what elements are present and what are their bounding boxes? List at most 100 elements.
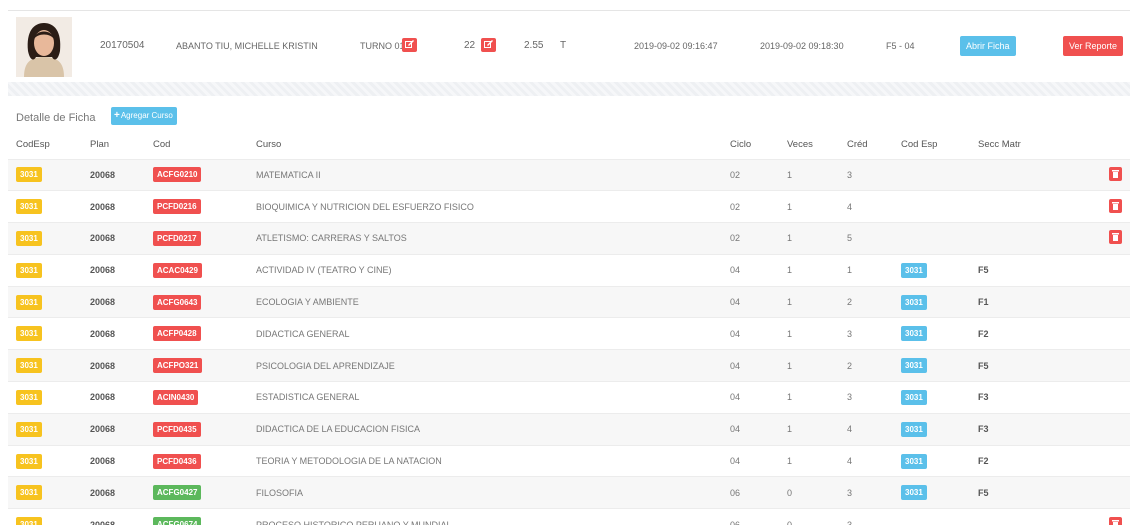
codesp-badge: 3031 xyxy=(16,199,42,215)
cell-curso: FILOSOFIA xyxy=(248,476,722,510)
trash-icon xyxy=(1112,519,1119,525)
cod-esp-badge: 3031 xyxy=(901,389,927,405)
cell-ciclo: 04 xyxy=(722,286,779,319)
cell-curso: PSICOLOGIA DEL APRENDIZAJE xyxy=(248,349,722,383)
cell-cod: ACFG0427 xyxy=(145,476,248,510)
delete-button[interactable] xyxy=(1109,198,1122,213)
cell-cred: 4 xyxy=(839,413,893,446)
cell-actions xyxy=(1075,445,1130,478)
student-header: 20170504 ABANTO TIU, MICHELLE KRISTIN TU… xyxy=(8,10,1130,82)
cell-cod: ACFG0643 xyxy=(145,286,248,319)
cell-actions xyxy=(1075,159,1130,192)
cell-secc: F5 xyxy=(970,349,1075,383)
cell-actions xyxy=(1075,349,1130,383)
table-row: 3031 20068 ACAC0429 ACTIVIDAD IV (TEATRO Y … xyxy=(8,254,1130,287)
cell-actions xyxy=(1075,508,1130,525)
table-row: 3031 20068 ACFPO321 PSICOLOGIA DEL APRENDIZ… xyxy=(8,349,1130,383)
cell-cod: ACIN0430 xyxy=(145,381,248,414)
cell-cred: 3 xyxy=(839,381,893,414)
col-actions xyxy=(1075,130,1130,160)
cell-codesp: 3031 xyxy=(8,286,82,319)
cell-secc xyxy=(970,159,1075,192)
header-divider xyxy=(8,82,1130,96)
cell-cred: 4 xyxy=(839,190,893,224)
student-name: ABANTO TIU, MICHELLE KRISTIN xyxy=(176,41,318,51)
codesp-badge: 3031 xyxy=(16,294,42,310)
trash-icon xyxy=(1112,233,1119,242)
cell-ciclo: 06 xyxy=(722,476,779,510)
cell-veces: 1 xyxy=(779,222,839,255)
cell-ciclo: 02 xyxy=(722,190,779,224)
edit-icon xyxy=(484,40,493,48)
cell-cod-esp xyxy=(893,508,970,525)
ver-reporte-button[interactable]: Ver Reporte xyxy=(1063,36,1124,56)
cell-cod: PCFD0436 xyxy=(145,445,248,478)
cell-ciclo: 04 xyxy=(722,349,779,383)
cell-actions xyxy=(1075,190,1130,224)
cell-actions xyxy=(1075,317,1130,351)
cell-veces: 1 xyxy=(779,317,839,351)
cell-actions xyxy=(1075,254,1130,287)
cell-actions xyxy=(1075,222,1130,255)
cod-esp-badge: 3031 xyxy=(901,358,927,374)
col-secc-matr: Secc Matr xyxy=(970,130,1075,160)
cell-cred: 2 xyxy=(839,286,893,319)
edit-count-button[interactable] xyxy=(481,38,496,52)
cell-secc: F2 xyxy=(970,317,1075,351)
table-row: 3031 20068 PCFD0436 TEORIA Y METODOLOGIA DE… xyxy=(8,445,1130,478)
cell-cod-esp: 3031 xyxy=(893,381,970,414)
cell-cred: 3 xyxy=(839,317,893,351)
add-course-button[interactable]: +Agregar Curso xyxy=(111,107,177,125)
delete-button[interactable] xyxy=(1109,230,1122,245)
delete-button[interactable] xyxy=(1109,166,1122,181)
cell-secc xyxy=(970,190,1075,224)
cod-badge: ACFG0427 xyxy=(153,485,202,501)
cod-esp-badge: 3031 xyxy=(901,453,927,469)
cell-plan: 20068 xyxy=(82,476,145,510)
cell-cred: 3 xyxy=(839,476,893,510)
cod-esp-badge: 3031 xyxy=(901,421,927,437)
codesp-badge: 3031 xyxy=(16,453,42,469)
cell-veces: 1 xyxy=(779,413,839,446)
cell-secc: F5 xyxy=(970,254,1075,287)
cell-plan: 20068 xyxy=(82,381,145,414)
edit-turno-button[interactable] xyxy=(402,38,417,52)
table-body: 3031 20068 ACFG0210 MATEMATICA II 02 1 3 3031 20… xyxy=(8,159,1130,525)
cod-esp-badge: 3031 xyxy=(901,326,927,342)
cell-cred: 3 xyxy=(839,508,893,525)
col-ciclo: Ciclo xyxy=(722,130,779,160)
cell-plan: 20068 xyxy=(82,222,145,255)
cell-curso: ACTIVIDAD IV (TEATRO Y CINE) xyxy=(248,254,722,287)
table-row: 3031 20068 ACIN0430 ESTADISTICA GENERAL 04 1 3… xyxy=(8,381,1130,414)
col-codesp: CodEsp xyxy=(8,130,82,160)
abrir-ficha-button[interactable]: Abrir Ficha xyxy=(960,36,1016,56)
cell-cod-esp: 3031 xyxy=(893,413,970,446)
trash-icon xyxy=(1112,169,1119,178)
cell-cod: ACFG0674 xyxy=(145,508,248,525)
col-cod-esp: Cod Esp xyxy=(893,130,970,160)
codesp-badge: 3031 xyxy=(16,358,42,374)
courses-table: CodEsp Plan Cod Curso Ciclo Veces Créd C… xyxy=(8,130,1130,525)
cell-ciclo: 04 xyxy=(722,317,779,351)
cell-cod-esp: 3031 xyxy=(893,445,970,478)
cell-plan: 20068 xyxy=(82,159,145,192)
cell-plan: 20068 xyxy=(82,508,145,525)
cell-curso: TEORIA Y METODOLOGIA DE LA NATACION xyxy=(248,445,722,478)
table-row: 3031 20068 ACFG0427 FILOSOFIA 06 0 3 3031 F5 xyxy=(8,476,1130,510)
cell-secc xyxy=(970,508,1075,525)
cell-cod: PCFD0435 xyxy=(145,413,248,446)
delete-button[interactable] xyxy=(1109,516,1122,525)
cell-cred: 5 xyxy=(839,222,893,255)
cell-codesp: 3031 xyxy=(8,317,82,351)
cell-actions xyxy=(1075,413,1130,446)
cell-actions xyxy=(1075,476,1130,510)
table-row: 3031 20068 ACFG0674 PROCESO HISTORICO PERUA… xyxy=(8,508,1130,525)
codesp-badge: 3031 xyxy=(16,230,42,246)
codesp-badge: 3031 xyxy=(16,167,42,183)
cod-esp-badge: 3031 xyxy=(901,262,927,278)
plus-icon: + xyxy=(114,110,120,121)
cod-esp-badge: 3031 xyxy=(901,294,927,310)
cell-veces: 0 xyxy=(779,508,839,525)
table-row: 3031 20068 ACFG0643 ECOLOGIA Y AMBIENTE 04 1 2… xyxy=(8,286,1130,319)
col-cod: Cod xyxy=(145,130,248,160)
